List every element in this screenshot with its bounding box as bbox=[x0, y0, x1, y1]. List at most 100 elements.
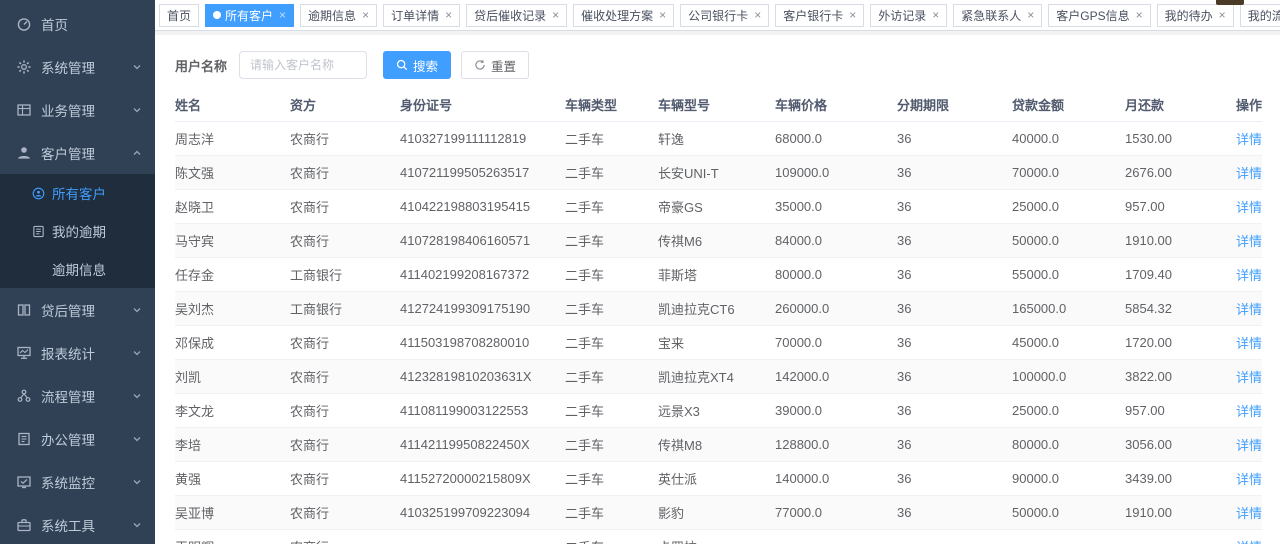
tab-close-icon[interactable]: × bbox=[754, 9, 761, 21]
tab-close-icon[interactable]: × bbox=[552, 9, 559, 21]
cell-term: 36 bbox=[897, 223, 1012, 257]
cell-action: 详情 bbox=[1230, 427, 1262, 461]
cell-id_no: 41152720000215809X bbox=[400, 461, 565, 495]
customer-name-input[interactable] bbox=[239, 51, 367, 79]
office-icon bbox=[16, 431, 32, 447]
tab-bar: 首页所有客户× 逾期信息× 订单详情× 贷后催收记录× 催收处理方案× 公司银行卡× 客户银… bbox=[155, 0, 1280, 31]
detail-link[interactable]: 详情 bbox=[1236, 200, 1262, 215]
cell-term: 36 bbox=[897, 325, 1012, 359]
sidebar-item-all-customers[interactable]: 所有客户 bbox=[0, 174, 155, 212]
col-header-vehicle-type: 车辆类型 bbox=[565, 89, 658, 121]
sidebar-item-system-tools[interactable]: 系统工具 bbox=[0, 503, 155, 544]
cell-vehicle_type: 二手车 bbox=[565, 495, 658, 529]
detail-link[interactable]: 详情 bbox=[1236, 132, 1262, 147]
sidebar-item-home[interactable]: 首页 bbox=[0, 2, 155, 45]
detail-link[interactable]: 详情 bbox=[1236, 438, 1262, 453]
tab-7[interactable]: 客户银行卡× bbox=[775, 4, 864, 27]
search-button[interactable]: 搜索 bbox=[383, 51, 451, 79]
sidebar-item-system-monitor[interactable]: 系统监控 bbox=[0, 460, 155, 503]
cell-loan: 25000.0 bbox=[1012, 189, 1125, 223]
sidebar-item-label: 客户管理 bbox=[41, 143, 132, 163]
detail-link[interactable]: 详情 bbox=[1236, 336, 1262, 351]
detail-link[interactable]: 详情 bbox=[1236, 234, 1262, 249]
tab-close-icon[interactable]: × bbox=[362, 9, 369, 21]
tab-9[interactable]: 紧急联系人× bbox=[953, 4, 1042, 27]
tab-2[interactable]: 逾期信息× bbox=[300, 4, 377, 27]
chevron-down-icon bbox=[132, 305, 142, 315]
tab-label: 我的待办 bbox=[1165, 7, 1213, 24]
cell-model: 轩逸 bbox=[658, 121, 775, 155]
tab-6[interactable]: 公司银行卡× bbox=[680, 4, 769, 27]
tab-close-icon[interactable]: × bbox=[445, 9, 452, 21]
customer-table: 姓名 资方 身份证号 车辆类型 车辆型号 车辆价格 分期期限 贷款金额 月还款 … bbox=[175, 89, 1262, 544]
tab-12[interactable]: 我的流程× bbox=[1240, 4, 1280, 27]
cell-id_no: 410422198803195415 bbox=[400, 189, 565, 223]
cell-action: 详情 bbox=[1230, 155, 1262, 189]
cell-name: 吴刘杰 bbox=[175, 291, 290, 325]
cell-id_no: 41232819810203631X bbox=[400, 359, 565, 393]
sidebar-item-label: 首页 bbox=[41, 14, 142, 34]
cell-monthly: 1720.00 bbox=[1125, 325, 1230, 359]
detail-link[interactable]: 详情 bbox=[1236, 268, 1262, 283]
cell-price: 39000.0 bbox=[775, 393, 897, 427]
detail-link[interactable]: 详情 bbox=[1236, 370, 1262, 385]
cell-price: 128800.0 bbox=[775, 427, 897, 461]
sidebar-item-customer-mgmt[interactable]: 客户管理 bbox=[0, 131, 155, 174]
tab-close-icon[interactable]: × bbox=[279, 9, 286, 21]
sidebar: 首页 系统管理 业务管理 客户管理 所有客户 bbox=[0, 0, 155, 544]
detail-link[interactable]: 详情 bbox=[1236, 302, 1262, 317]
tab-5[interactable]: 催收处理方案× bbox=[573, 4, 674, 27]
cell-name: 周志洋 bbox=[175, 121, 290, 155]
reset-button[interactable]: 重置 bbox=[461, 51, 529, 79]
table-row: 李培农商行41142119950822450X二手车传祺M8128800.036… bbox=[175, 427, 1262, 461]
detail-link[interactable]: 详情 bbox=[1236, 472, 1262, 487]
tab-0[interactable]: 首页 bbox=[159, 4, 199, 27]
sidebar-item-report-stats[interactable]: 报表统计 bbox=[0, 331, 155, 374]
sidebar-item-label: 贷后管理 bbox=[41, 300, 132, 320]
table-header-row: 姓名 资方 身份证号 车辆类型 车辆型号 车辆价格 分期期限 贷款金额 月还款 … bbox=[175, 89, 1262, 121]
tab-3[interactable]: 订单详情× bbox=[383, 4, 460, 27]
tab-4[interactable]: 贷后催收记录× bbox=[466, 4, 567, 27]
cell-term: 36 bbox=[897, 189, 1012, 223]
cell-name: 任存金 bbox=[175, 257, 290, 291]
cell-monthly: 5854.32 bbox=[1125, 291, 1230, 325]
col-header-action: 操作 bbox=[1230, 89, 1262, 121]
cell-loan: 40000.0 bbox=[1012, 121, 1125, 155]
sidebar-item-process-mgmt[interactable]: 流程管理 bbox=[0, 374, 155, 417]
tab-close-icon[interactable]: × bbox=[849, 9, 856, 21]
search-form: 用户名称 搜索 重置 bbox=[175, 51, 1262, 79]
sidebar-item-office-mgmt[interactable]: 办公管理 bbox=[0, 417, 155, 460]
detail-link[interactable]: 详情 bbox=[1236, 404, 1262, 419]
tab-close-icon[interactable]: × bbox=[932, 9, 939, 21]
tab-close-icon[interactable]: × bbox=[1219, 9, 1226, 21]
tab-1[interactable]: 所有客户× bbox=[205, 4, 294, 27]
grid-icon bbox=[16, 102, 32, 118]
cell-action: 详情 bbox=[1230, 359, 1262, 393]
tab-close-icon[interactable]: × bbox=[1027, 9, 1034, 21]
sidebar-item-postloan-mgmt[interactable]: 贷后管理 bbox=[0, 288, 155, 331]
sidebar-item-system-mgmt[interactable]: 系统管理 bbox=[0, 45, 155, 88]
table-row: 吴刘杰工商银行412724199309175190二手车凯迪拉克CT626000… bbox=[175, 291, 1262, 325]
detail-link[interactable]: 详情 bbox=[1236, 506, 1262, 521]
cell-model: 帝豪GS bbox=[658, 189, 775, 223]
cell-name: 陈文强 bbox=[175, 155, 290, 189]
cell-price: 70000.0 bbox=[775, 325, 897, 359]
col-header-price: 车辆价格 bbox=[775, 89, 897, 121]
tab-close-icon[interactable]: × bbox=[1136, 9, 1143, 21]
cell-term: 36 bbox=[897, 359, 1012, 393]
tab-11[interactable]: 我的待办 × bbox=[1157, 4, 1234, 27]
cell-monthly: 1910.00 bbox=[1125, 495, 1230, 529]
cell-loan bbox=[1012, 529, 1125, 544]
tab-close-icon[interactable]: × bbox=[659, 9, 666, 21]
detail-link[interactable]: 详情 bbox=[1236, 166, 1262, 181]
cell-loan: 50000.0 bbox=[1012, 223, 1125, 257]
sidebar-item-my-overdue[interactable]: 我的逾期 bbox=[0, 212, 155, 250]
cell-model: 长安UNI-T bbox=[658, 155, 775, 189]
tab-8[interactable]: 外访记录× bbox=[870, 4, 947, 27]
sidebar-item-business-mgmt[interactable]: 业务管理 bbox=[0, 88, 155, 131]
main-area: 首页所有客户× 逾期信息× 订单详情× 贷后催收记录× 催收处理方案× 公司银行卡× 客户银… bbox=[155, 0, 1280, 544]
tab-10[interactable]: 客户GPS信息× bbox=[1048, 4, 1150, 27]
dashboard-icon bbox=[16, 16, 32, 32]
detail-link[interactable]: 详情 bbox=[1236, 540, 1262, 544]
sidebar-item-overdue-info[interactable]: 逾期信息 bbox=[0, 250, 155, 288]
